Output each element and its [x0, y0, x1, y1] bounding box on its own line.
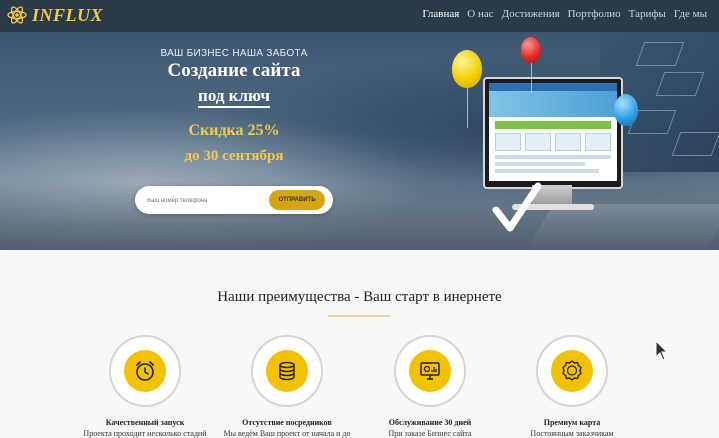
callback-form: ОТПРАВИТЬ	[135, 186, 333, 214]
blue-balloon-icon	[614, 94, 638, 126]
nav-item-portfolio[interactable]: Портфолио	[568, 8, 621, 20]
hero-title-underlined: под ключ	[198, 86, 270, 108]
alarm-clock-icon	[136, 361, 154, 381]
feature-description: Постоянным заказчикам	[530, 429, 614, 438]
hero-shade	[0, 182, 719, 250]
feature-title: Отсутствие посредников	[242, 418, 332, 427]
atom-logo-icon	[7, 6, 27, 24]
section-title: Наши преимущества - Ваш старт в инернете	[217, 289, 502, 305]
feature-icon-circle	[394, 335, 466, 407]
nav-item-about[interactable]: О нас	[467, 8, 493, 20]
hex-decor	[671, 132, 719, 156]
promo-discount: Скидка 25%	[188, 122, 280, 139]
feature-description: Проекта проходит несколько стадий	[83, 429, 207, 438]
coins-stack-icon	[279, 361, 295, 381]
feature-icon-circle	[109, 335, 181, 407]
nav-item-location[interactable]: Где мы	[674, 8, 707, 20]
feature-icon-circle	[251, 335, 323, 407]
red-balloon-icon	[521, 37, 541, 63]
submit-button[interactable]: ОТПРАВИТЬ	[269, 190, 325, 210]
feature-description: Мы ведём Ваш проект от начала и до	[223, 429, 351, 438]
premium-badge-icon	[562, 360, 582, 381]
nav-item-achievements[interactable]: Достижения	[502, 8, 560, 20]
feature-title: Обслуживание 30 дней	[388, 418, 472, 427]
top-navbar: INFLUX Главная О нас Достижения Портфоли…	[0, 0, 719, 32]
hero-title-line2: под ключ	[0, 86, 468, 108]
monitor-chart-icon	[420, 362, 440, 380]
feature-title: Качественный запуск	[105, 418, 185, 427]
feature-title: Премиум карта	[543, 418, 601, 427]
monitor-illustration	[483, 77, 623, 189]
nav-item-home[interactable]: Главная	[422, 8, 459, 20]
promo-deadline: до 30 сентября	[184, 148, 284, 164]
section-divider	[328, 315, 390, 317]
website-preview	[489, 83, 617, 181]
hero-banner: ВАШ БИЗНЕС НАША ЗАБОТА Создание сайта по…	[0, 32, 719, 250]
main-nav: Главная О нас Достижения Портфолио Тариф…	[422, 8, 707, 20]
hero-subtitle: ВАШ БИЗНЕС НАША ЗАБОТА	[160, 48, 308, 59]
logo[interactable]: INFLUX	[6, 4, 103, 26]
phone-input[interactable]	[145, 193, 267, 209]
feature-description: При заказе Бизнес сайта	[388, 429, 472, 438]
nav-item-pricing[interactable]: Тарифы	[629, 8, 666, 20]
mouse-cursor-icon	[655, 340, 669, 361]
hero-title: Создание сайта	[167, 60, 301, 81]
feature-icon-circle	[536, 335, 608, 407]
checkmark-icon	[492, 182, 542, 232]
logo-text: INFLUX	[32, 4, 104, 25]
